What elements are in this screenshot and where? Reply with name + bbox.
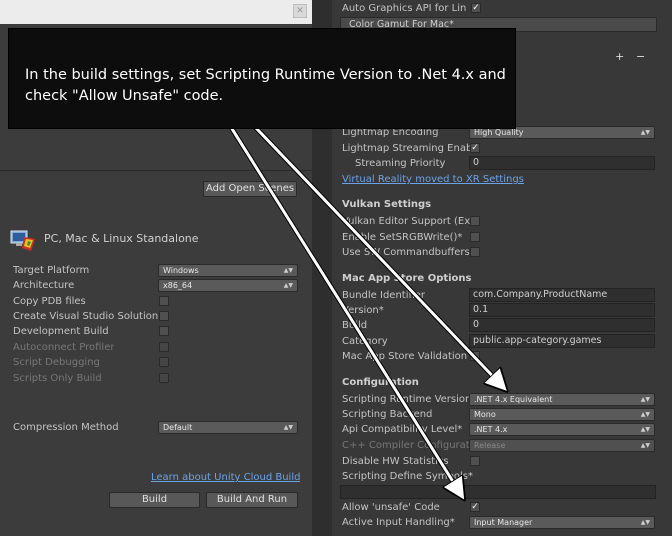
mac-store-validation-checkbox[interactable]	[470, 351, 480, 361]
lightmap-encoding-value: High Quality	[474, 128, 524, 137]
scripting-backend-value: Mono	[474, 410, 496, 419]
chevron-updown-icon: ▲▼	[283, 424, 293, 431]
scripting-runtime-value: .NET 4.x Equivalent	[474, 395, 553, 404]
autoconnect-profiler-checkbox	[159, 342, 169, 352]
scripting-backend-dropdown[interactable]: Mono ▲▼	[469, 408, 655, 421]
cpp-compiler-value: Release	[474, 441, 506, 450]
define-symbols-field[interactable]	[340, 485, 656, 499]
chevron-updown-icon: ▲▼	[640, 396, 650, 403]
cloud-build-link[interactable]: Learn about Unity Cloud Build	[151, 472, 300, 483]
unity-platform-icon	[10, 227, 38, 253]
close-icon[interactable]: ✕	[293, 4, 307, 18]
scripting-backend-label: Scripting Backend	[342, 409, 433, 420]
vulkan-editor-support-checkbox[interactable]	[470, 216, 480, 226]
chevron-updown-icon: ▲▼	[640, 129, 650, 136]
version-field[interactable]: 0.1	[469, 303, 655, 317]
active-input-dropdown[interactable]: Input Manager ▲▼	[469, 516, 655, 529]
platform-title: PC, Mac & Linux Standalone	[44, 232, 199, 245]
streaming-priority-label: Streaming Priority	[355, 158, 446, 169]
script-debugging-label: Script Debugging	[13, 357, 100, 368]
instruction-text: In the build settings, set Scripting Run…	[25, 67, 506, 104]
mac-store-validation-label: Mac App Store Validation	[342, 351, 468, 362]
create-vs-solution-label: Create Visual Studio Solution	[13, 311, 159, 322]
remove-item-icon[interactable]: −	[636, 50, 645, 63]
bundle-identifier-field[interactable]: com.Company.ProductName	[469, 288, 655, 302]
configuration-heading: Configuration	[342, 377, 419, 388]
scenes-in-build-list[interactable]: ✕	[0, 0, 312, 24]
architecture-value: x86_64	[163, 281, 193, 290]
scripting-runtime-label: Scripting Runtime Version	[342, 394, 472, 405]
compression-method-value: Default	[163, 423, 193, 432]
add-open-scenes-button[interactable]: Add Open Scenes	[203, 181, 297, 197]
compression-method-label: Compression Method	[13, 422, 119, 433]
chevron-updown-icon: ▲▼	[640, 426, 650, 433]
scripts-only-build-label: Scripts Only Build	[13, 373, 102, 384]
copy-pdb-label: Copy PDB files	[13, 296, 86, 307]
copy-pdb-checkbox[interactable]	[159, 296, 169, 306]
build-button[interactable]: Build	[109, 492, 200, 508]
disable-hw-statistics-checkbox[interactable]	[470, 456, 480, 466]
architecture-label: Architecture	[13, 280, 75, 291]
instruction-callout: In the build settings, set Scripting Run…	[8, 28, 516, 129]
chevron-updown-icon: ▲▼	[640, 411, 650, 418]
auto-graphics-label: Auto Graphics API for Lin	[342, 3, 467, 14]
sw-commandbuffers-checkbox[interactable]	[470, 247, 480, 257]
streaming-priority-field[interactable]: 0	[469, 156, 655, 170]
divider	[0, 170, 312, 171]
sw-commandbuffers-label: Use SW Commandbuffers	[342, 247, 470, 258]
scripts-only-build-checkbox	[159, 373, 169, 383]
build-and-run-button[interactable]: Build And Run	[206, 492, 298, 508]
lightmap-streaming-label: Lightmap Streaming Enab	[342, 143, 473, 154]
category-field[interactable]: public.app-category.games	[469, 334, 655, 348]
enable-srgb-write-checkbox[interactable]	[470, 232, 480, 242]
active-input-label: Active Input Handling*	[342, 517, 455, 528]
define-symbols-label: Scripting Define Symbols*	[342, 471, 473, 482]
architecture-dropdown[interactable]: x86_64 ▲▼	[158, 279, 298, 292]
vr-settings-link[interactable]: Virtual Reality moved to XR Settings	[342, 174, 524, 185]
development-build-checkbox[interactable]	[159, 326, 169, 336]
build-number-field[interactable]: 0	[469, 318, 655, 332]
target-platform-dropdown[interactable]: Windows ▲▼	[158, 264, 298, 277]
autoconnect-profiler-label: Autoconnect Profiler	[13, 342, 115, 353]
cpp-compiler-label: C++ Compiler Configurati	[342, 440, 473, 451]
vulkan-settings-heading: Vulkan Settings	[342, 199, 432, 210]
api-compatibility-value: .NET 4.x	[474, 425, 508, 434]
create-vs-solution-checkbox[interactable]	[159, 311, 169, 321]
chevron-updown-icon: ▲▼	[640, 442, 650, 449]
target-platform-label: Target Platform	[13, 265, 90, 276]
bundle-identifier-label: Bundle Identifier	[342, 290, 426, 301]
script-debugging-checkbox	[159, 357, 169, 367]
disable-hw-statistics-label: Disable HW Statistics	[342, 456, 449, 467]
api-compatibility-dropdown[interactable]: .NET 4.x ▲▼	[469, 423, 655, 436]
chevron-updown-icon: ▲▼	[283, 267, 293, 274]
chevron-updown-icon: ▲▼	[640, 519, 650, 526]
chevron-updown-icon: ▲▼	[283, 282, 293, 289]
cpp-compiler-dropdown: Release ▲▼	[469, 439, 655, 452]
add-item-icon[interactable]: +	[615, 50, 624, 63]
target-platform-value: Windows	[163, 266, 199, 275]
version-label: Version*	[342, 305, 384, 316]
lightmap-streaming-checkbox[interactable]: ✓	[470, 143, 480, 153]
auto-graphics-checkbox[interactable]: ✓	[471, 3, 481, 13]
development-build-label: Development Build	[13, 326, 109, 337]
api-compatibility-label: Api Compatibility Level*	[342, 424, 463, 435]
allow-unsafe-label: Allow 'unsafe' Code	[342, 502, 440, 513]
build-number-label: Build	[342, 320, 368, 331]
category-label: Category	[342, 336, 388, 347]
mac-app-store-heading: Mac App Store Options	[342, 273, 472, 284]
allow-unsafe-checkbox[interactable]: ✓	[470, 502, 480, 512]
active-input-value: Input Manager	[474, 518, 533, 527]
vulkan-editor-support-label: Vulkan Editor Support (Ex	[342, 216, 471, 227]
enable-srgb-write-label: Enable SetSRGBWrite()*	[342, 232, 463, 243]
compression-method-dropdown[interactable]: Default ▲▼	[158, 421, 298, 434]
scripting-runtime-dropdown[interactable]: .NET 4.x Equivalent ▲▼	[469, 393, 655, 406]
